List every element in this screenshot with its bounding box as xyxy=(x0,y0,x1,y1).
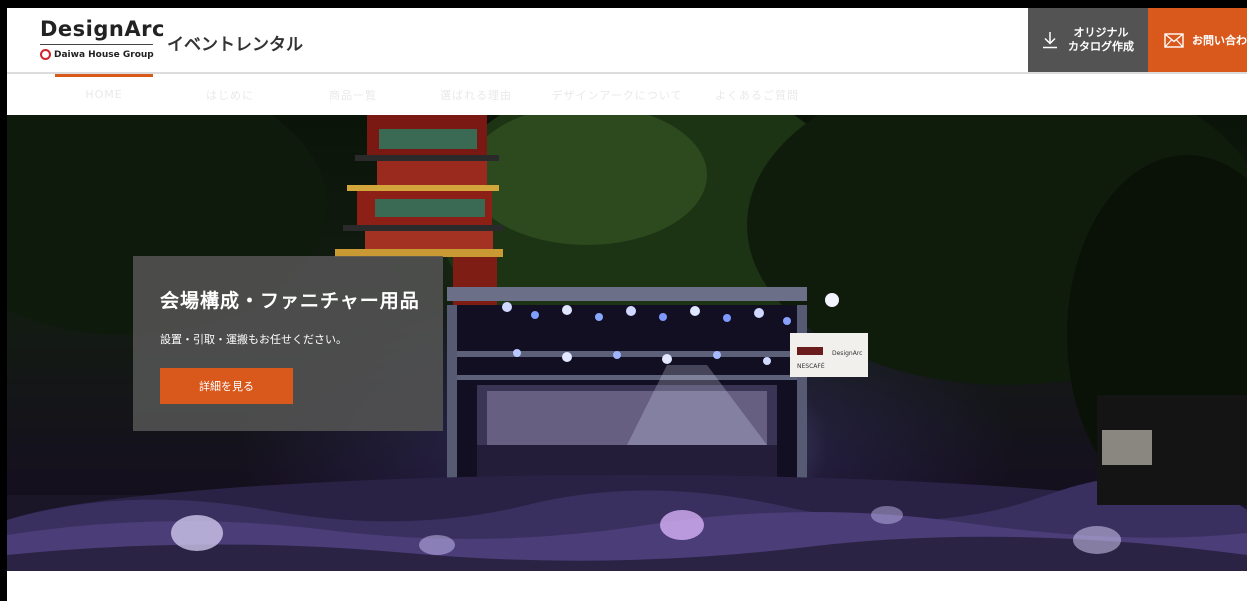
group-tagline: Daiwa House Group xyxy=(40,49,155,60)
banner-brand-designarc: DesignArc xyxy=(832,350,862,357)
nav-item-intro[interactable]: はじめに xyxy=(181,74,279,115)
contact-label: お問い合わせ xyxy=(1192,34,1247,47)
content-area xyxy=(7,571,1247,601)
nav-item-reasons[interactable]: 選ばれる理由 xyxy=(427,74,525,115)
catalog-label-line1: オリジナル xyxy=(1073,26,1129,39)
hero-caption-panel: 会場構成・ファニチャー用品 設置・引取・運搬もお任せください。 詳細を見る xyxy=(133,256,443,431)
download-icon xyxy=(1043,32,1057,49)
global-nav: HOME はじめに 商品一覧 選ばれる理由 デザインアークについて よくあるご質… xyxy=(7,74,1247,115)
banner-brand-nescafe: NESCAFÉ xyxy=(797,362,825,370)
contact-button[interactable]: お問い合わせ xyxy=(1148,8,1247,72)
site-section-title: イベントレンタル xyxy=(167,35,303,55)
nav-item-products[interactable]: 商品一覧 xyxy=(304,74,402,115)
nav-item-home[interactable]: HOME xyxy=(55,74,153,115)
catalog-create-button[interactable]: オリジナル カタログ作成 xyxy=(1028,8,1148,72)
hero-banner: NESCAFÉ DesignArc 会場構成・ファニチャー用品 設置・引取・運搬… xyxy=(7,115,1247,571)
crowd xyxy=(7,475,1247,571)
catalog-button-label: オリジナル カタログ作成 xyxy=(1068,26,1134,54)
stage-banner: NESCAFÉ DesignArc xyxy=(790,333,868,377)
shrine xyxy=(1097,395,1247,505)
stage xyxy=(447,287,807,495)
catalog-label-line2: カタログ作成 xyxy=(1068,40,1134,53)
daiwa-ring-icon xyxy=(40,49,51,60)
logo-wordmark: DesignArc xyxy=(40,17,165,41)
hero-title: 会場構成・ファニチャー用品 xyxy=(160,290,420,312)
hero-subtitle: 設置・引取・運搬もお任せください。 xyxy=(160,333,347,346)
page-frame: DesignArc Daiwa House Group イベントレンタル オリジ… xyxy=(7,8,1247,601)
mail-icon xyxy=(1164,32,1184,48)
nav-item-faq[interactable]: よくあるご質問 xyxy=(702,74,812,115)
site-header: DesignArc Daiwa House Group イベントレンタル オリジ… xyxy=(7,8,1247,72)
logo-divider xyxy=(40,44,153,45)
group-name: Daiwa House Group xyxy=(54,49,154,60)
designarc-logo[interactable]: DesignArc Daiwa House Group xyxy=(40,16,165,66)
nav-item-about[interactable]: デザインアークについて xyxy=(547,74,687,115)
view-details-button[interactable]: 詳細を見る xyxy=(160,368,293,404)
